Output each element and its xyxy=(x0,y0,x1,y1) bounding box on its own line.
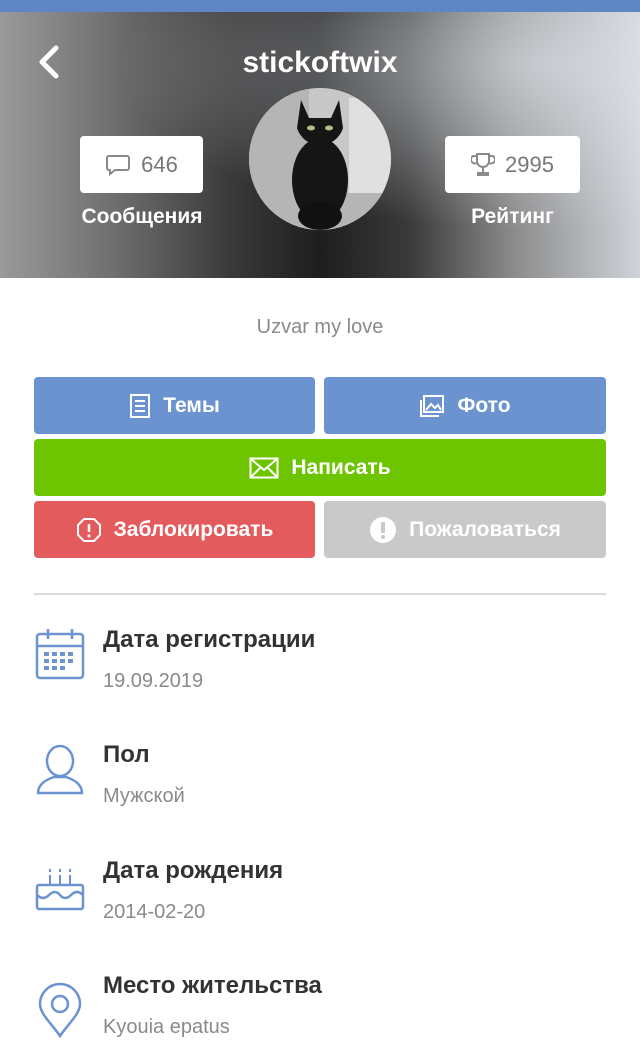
calendar-icon xyxy=(35,629,85,680)
trophy-icon xyxy=(471,152,496,176)
user-icon xyxy=(36,744,84,795)
report-button[interactable]: Пожаловаться xyxy=(324,501,606,558)
themes-button[interactable]: Темы xyxy=(34,377,315,434)
divider xyxy=(34,593,606,595)
write-button-label: Написать xyxy=(291,455,391,479)
rating-count: 2995 xyxy=(505,151,554,177)
envelope-icon xyxy=(249,457,279,478)
rating-count-box[interactable]: 2995 xyxy=(445,136,580,193)
rating-label: Рейтинг xyxy=(471,205,554,228)
comment-icon xyxy=(106,154,131,176)
username-title: stickoftwix xyxy=(242,46,398,79)
info-value: 19.09.2019 xyxy=(103,670,204,692)
block-button[interactable]: Заблокировать xyxy=(34,501,315,558)
avatar[interactable] xyxy=(249,88,391,230)
write-message-button[interactable]: Написать xyxy=(34,439,606,496)
themes-button-label: Темы xyxy=(163,393,220,417)
info-value: 2014-02-20 xyxy=(103,901,206,923)
info-row-registration-date: Дата регистрации 19.09.2019 xyxy=(0,626,640,726)
info-title: Дата рождения xyxy=(103,857,284,884)
messages-count: 646 xyxy=(141,151,178,177)
exclamation-icon xyxy=(370,516,397,543)
messages-label: Сообщения xyxy=(81,205,203,228)
info-title: Место жительства xyxy=(103,972,322,999)
messages-count-box[interactable]: 646 xyxy=(80,136,203,193)
birthday-cake-icon xyxy=(35,869,85,911)
info-row-location: Место жительства Kyouia epatus xyxy=(0,972,640,1055)
info-title: Пол xyxy=(103,741,150,768)
info-row-birth-date: Дата рождения 2014-02-20 xyxy=(0,857,640,957)
info-value: Мужской xyxy=(103,785,185,807)
info-value: Kyouia epatus xyxy=(103,1016,230,1038)
photo-button[interactable]: Фото xyxy=(324,377,606,434)
location-pin-icon xyxy=(38,982,82,1038)
report-button-label: Пожаловаться xyxy=(409,517,561,541)
block-button-label: Заблокировать xyxy=(113,517,274,541)
black-cat-photo xyxy=(249,88,391,230)
status-bar xyxy=(0,0,640,12)
info-row-gender: Пол Мужской xyxy=(0,741,640,841)
profile-status-text: Uzvar my love xyxy=(256,316,384,338)
image-icon xyxy=(420,394,445,417)
info-title: Дата регистрации xyxy=(103,626,316,653)
document-icon xyxy=(130,393,151,418)
block-icon xyxy=(76,517,101,542)
photo-button-label: Фото xyxy=(457,393,511,417)
